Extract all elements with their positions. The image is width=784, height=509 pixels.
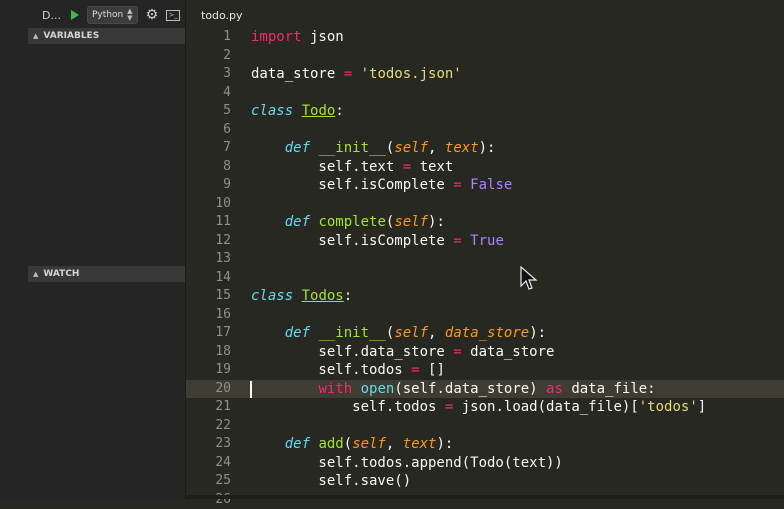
code-text[interactable]: def complete(self): [251,213,445,232]
code-line[interactable]: 8 self.text = text [186,158,784,177]
code-line[interactable]: 20 with open(self.data_store) as data_fi… [186,380,784,399]
code-text[interactable]: def __init__(self, data_store): [251,324,546,343]
gear-icon[interactable]: ⚙ [146,8,159,22]
code-line[interactable]: 19 self.todos = [] [186,361,784,380]
code-line[interactable]: 24 self.todos.append(Todo(text)) [186,454,784,473]
line-number: 12 [186,232,231,251]
code-line[interactable]: 23 def add(self, text): [186,435,784,454]
tab-todo-py[interactable]: todo.py [201,9,243,22]
collapse-triangle-icon: ▲ [33,32,38,40]
code-area[interactable]: 1 import json 23 data_store = 'todos.json' 4… [186,28,784,499]
line-number: 21 [186,398,231,417]
activity-gutter [0,28,28,499]
code-line[interactable]: 10 [186,195,784,214]
code-line[interactable]: 5 class Todo: [186,102,784,121]
line-number: 10 [186,195,231,214]
line-number: 6 [186,121,231,140]
collapse-triangle-icon: ▲ [33,270,38,278]
code-line[interactable]: 9 self.isComplete = False [186,176,784,195]
code-line[interactable]: 22 [186,417,784,436]
code-line[interactable]: 12 self.isComplete = True [186,232,784,251]
code-line[interactable]: 15 class Todos: [186,287,784,306]
debug-toolbar: D... Python ▲▼ ⚙ >_ [0,0,185,30]
code-text[interactable]: class Todo: [251,102,344,121]
code-text[interactable]: class Todos: [251,287,352,306]
line-number: 20 [186,380,231,399]
code-line[interactable]: 21 self.todos = json.load(data_file)['to… [186,398,784,417]
tab-bar: todo.py [186,0,784,30]
debug-console-icon[interactable]: >_ [166,10,180,21]
code-editor[interactable]: todo.py 1 import json 23 data_store = 'todo… [186,0,784,499]
code-text[interactable]: self.isComplete = True [251,232,504,251]
line-number: 24 [186,454,231,473]
mouse-pointer-icon [520,266,538,292]
line-number: 8 [186,158,231,177]
line-number: 1 [186,28,231,47]
code-line[interactable]: 3 data_store = 'todos.json' [186,65,784,84]
line-number: 4 [186,84,231,103]
code-line[interactable]: 14 [186,269,784,288]
line-number: 17 [186,324,231,343]
code-text[interactable]: self.isComplete = False [251,176,512,195]
code-line[interactable]: 25 self.save() [186,472,784,491]
watch-title: WATCH [43,269,79,279]
line-number: 13 [186,250,231,269]
line-number: 16 [186,306,231,325]
line-number: 14 [186,269,231,288]
variables-section-header[interactable]: ▲ VARIABLES [28,28,185,44]
debug-sidebar: D... Python ▲▼ ⚙ >_ ▲ VARIABLES ▲ WATCH [0,0,186,499]
code-text[interactable]: self.todos.append(Todo(text)) [251,454,563,473]
code-line[interactable]: 16 [186,306,784,325]
line-number: 26 [186,491,231,509]
code-line[interactable]: 18 self.data_store = data_store [186,343,784,362]
code-text[interactable]: self.save() [251,472,411,491]
code-line[interactable]: 7 def __init__(self, text): [186,139,784,158]
code-line[interactable]: 11 def complete(self): [186,213,784,232]
code-text[interactable]: with open(self.data_store) as data_file: [251,380,656,399]
code-text[interactable]: data_store = 'todos.json' [251,65,462,84]
line-number: 18 [186,343,231,362]
code-text[interactable]: def add(self, text): [251,435,453,454]
editor-bottom-edge [186,495,784,499]
line-number: 7 [186,139,231,158]
code-text[interactable]: self.text = text [251,158,453,177]
code-line[interactable]: 17 def __init__(self, data_store): [186,324,784,343]
line-number: 11 [186,213,231,232]
line-number: 5 [186,102,231,121]
code-text[interactable]: self.data_store = data_store [251,343,554,362]
code-text[interactable]: import json [251,28,344,47]
variables-title: VARIABLES [43,31,99,41]
watch-section-header[interactable]: ▲ WATCH [28,266,185,282]
code-line[interactable]: 13 [186,250,784,269]
code-line[interactable]: 6 [186,121,784,140]
line-number: 19 [186,361,231,380]
debug-config-select[interactable]: Python ▲▼ [87,6,138,24]
config-select-label: Python [92,10,123,20]
code-text[interactable]: def __init__(self, text): [251,139,495,158]
select-arrows-icon: ▲▼ [127,8,132,22]
code-line[interactable]: 1 import json [186,28,784,47]
code-line[interactable]: 4 [186,84,784,103]
code-text[interactable]: self.todos = json.load(data_file)['todos… [251,398,706,417]
code-line[interactable]: 2 [186,47,784,66]
debug-label: D... [42,9,61,22]
line-number: 15 [186,287,231,306]
line-number: 25 [186,472,231,491]
line-number: 23 [186,435,231,454]
start-debugging-icon[interactable] [71,10,79,20]
line-number: 22 [186,417,231,436]
code-text[interactable]: self.todos = [] [251,361,445,380]
code-line[interactable]: 26 [186,491,784,509]
line-number: 3 [186,65,231,84]
line-number: 2 [186,47,231,66]
line-number: 9 [186,176,231,195]
